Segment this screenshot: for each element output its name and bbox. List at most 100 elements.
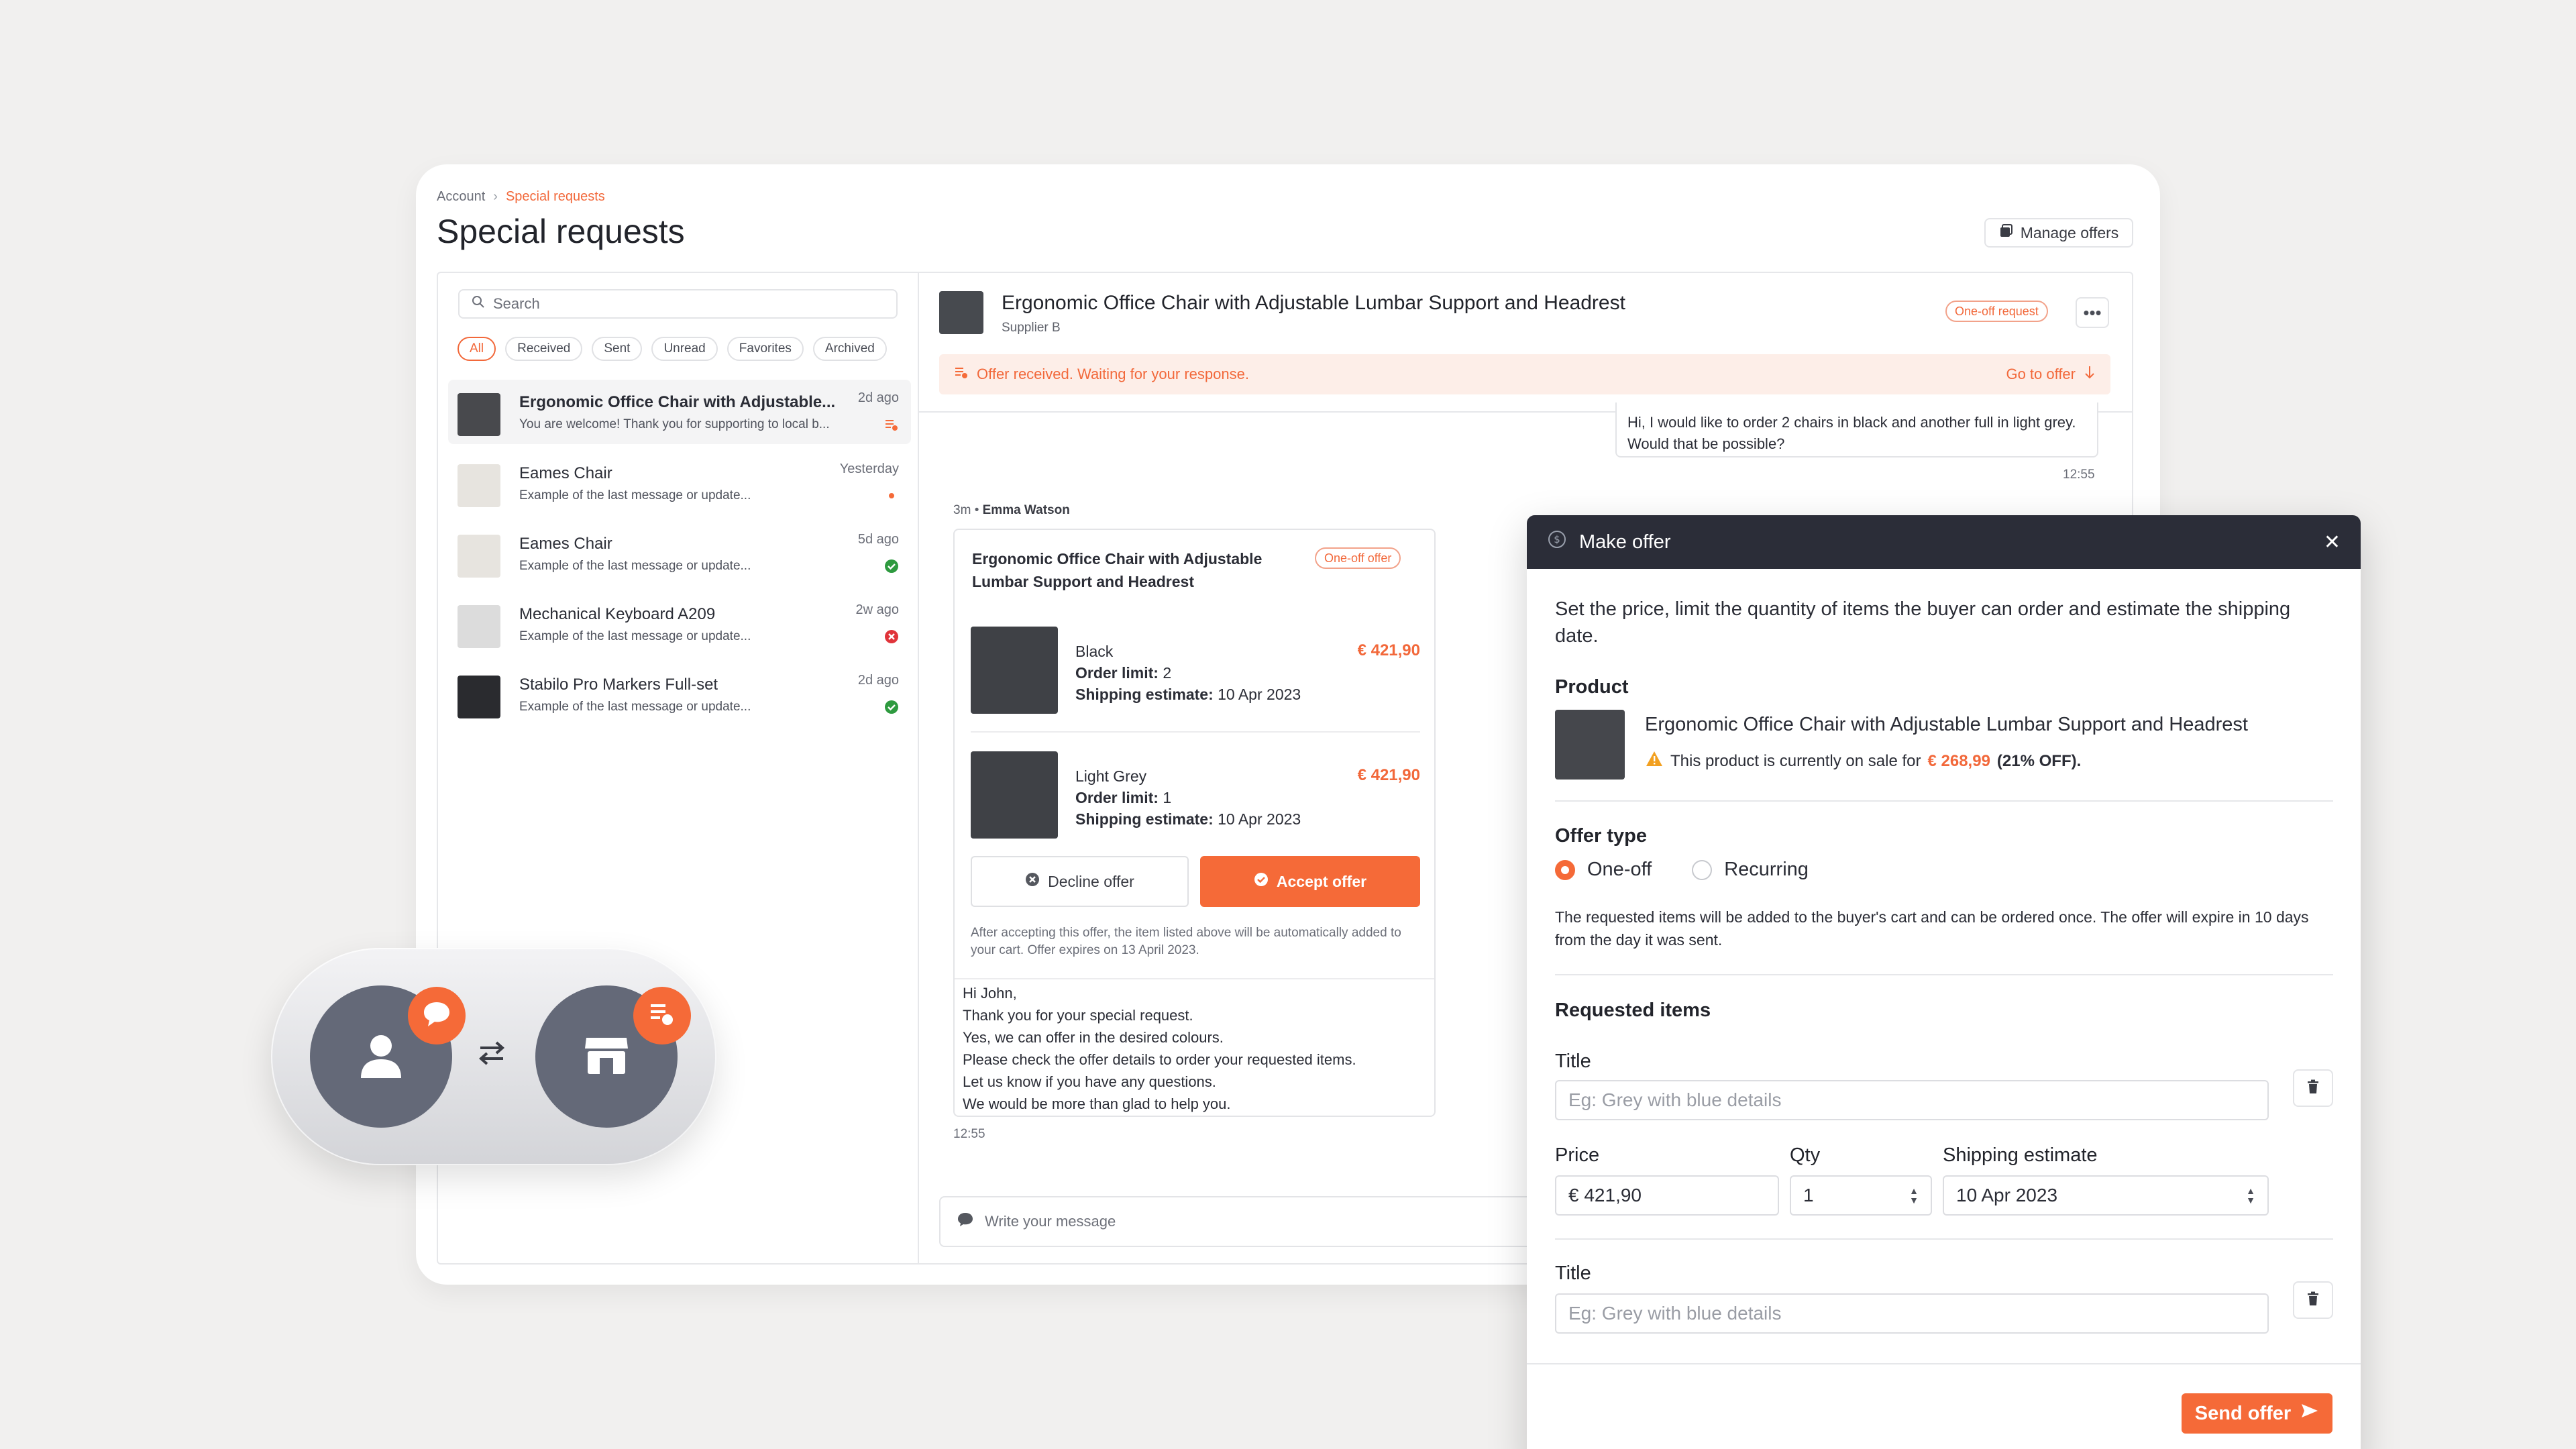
shipping-estimate-label: Shipping estimate [1943, 1144, 2098, 1166]
go-to-offer-label: Go to offer [2006, 366, 2076, 382]
search-placeholder: Search [493, 295, 540, 312]
filter-all[interactable]: All [458, 337, 496, 361]
offer-item-divider [971, 731, 1420, 733]
product-thumbnail [458, 676, 500, 718]
qty-value: 1 [1803, 1185, 1814, 1205]
conversation-last-message: Example of the last message or update... [519, 629, 751, 643]
offer-type-label: Offer type [1555, 825, 1647, 847]
accept-offer-button[interactable]: Accept offer [1200, 856, 1420, 907]
conversation-time: 2d ago [857, 390, 899, 405]
sale-price: € 268,99 [1927, 751, 1990, 770]
breadcrumb-account[interactable]: Account [437, 189, 485, 204]
conversation-last-message: Example of the last message or update... [519, 700, 751, 714]
message-age: 3m [953, 503, 971, 517]
product-thumbnail [458, 464, 500, 507]
incoming-message-time: 12:55 [953, 1127, 985, 1141]
filter-favorites[interactable]: Favorites [727, 337, 804, 361]
conversation-name: Eames Chair [519, 464, 612, 482]
modal-divider [1555, 974, 2333, 975]
shipping-estimate-select[interactable]: 10 Apr 2023 ▲ ▼ [1943, 1175, 2269, 1216]
warning-icon [1645, 750, 1664, 772]
radio-selected-icon [1555, 859, 1575, 880]
message-input[interactable]: Write your message [939, 1196, 1543, 1247]
accept-offer-label: Accept offer [1276, 872, 1367, 890]
chat-bubble-icon [421, 1000, 452, 1032]
offer-note: After accepting this offer, the item lis… [971, 926, 1401, 957]
conversation-item[interactable]: Eames Chair Example of the last message … [448, 451, 911, 515]
offer-item-limit: Order limit: 2 [1075, 664, 1172, 682]
offer-item-price: € 421,90 [1357, 766, 1420, 784]
conversation-name: Stabilo Pro Markers Full-set [519, 676, 718, 694]
delete-item-button[interactable] [2293, 1281, 2333, 1319]
offer-item-limit: Order limit: 1 [1075, 789, 1172, 806]
offer-item-color: Light Grey [1075, 767, 1147, 785]
sale-off: (21% OFF). [1996, 751, 2082, 770]
accept-check-icon [1254, 872, 1269, 891]
conversation-item[interactable]: Mechanical Keyboard A209 Example of the … [448, 592, 911, 656]
breadcrumb-current: Special requests [505, 189, 605, 204]
trash-icon [2307, 1291, 2319, 1309]
filter-archived[interactable]: Archived [812, 337, 887, 361]
shipping-estimate-value: 10 Apr 2023 [1956, 1185, 2058, 1205]
breadcrumb: Account › Special requests [437, 189, 605, 205]
delete-item-button[interactable] [2293, 1069, 2333, 1107]
go-to-offer-link[interactable]: Go to offer [2006, 365, 2096, 384]
search-input[interactable]: Search [458, 289, 898, 319]
modal-header: $ Make offer ✕ [1527, 515, 2361, 569]
radio-one-off[interactable]: One-off [1555, 859, 1652, 881]
send-offer-button[interactable]: Send offer [2182, 1393, 2332, 1434]
title-label: Title [1555, 1051, 1591, 1072]
filter-unread[interactable]: Unread [651, 337, 718, 361]
modal-product-name: Ergonomic Office Chair with Adjustable L… [1645, 714, 2248, 735]
offer-message: Hi John, Thank you for your special requ… [963, 985, 1356, 1112]
outgoing-message-time: 12:55 [2063, 468, 2095, 482]
manage-offers-button[interactable]: Manage offers [1984, 218, 2133, 248]
product-thumbnail [458, 393, 500, 436]
outgoing-message: Hi, I would like to order 2 chairs in bl… [1615, 402, 2098, 458]
send-arrow-icon [2300, 1402, 2319, 1425]
sale-warning: This product is currently on sale for € … [1645, 750, 2081, 772]
buyer-seller-widget [271, 948, 716, 1165]
unread-dot-icon [884, 488, 899, 503]
radio-recurring-label: Recurring [1724, 859, 1809, 880]
conversation-item[interactable]: Ergonomic Office Chair with Adjustable..… [448, 380, 911, 444]
title-input[interactable]: Eg: Grey with blue details [1555, 1293, 2269, 1334]
conversation-name: Ergonomic Office Chair with Adjustable..… [519, 393, 836, 411]
offer-list-icon [954, 365, 969, 384]
filter-received[interactable]: Received [505, 337, 583, 361]
product-thumbnail [458, 535, 500, 578]
modal-product-image [1555, 710, 1625, 780]
send-offer-label: Send offer [2194, 1402, 2292, 1424]
decline-x-icon [1025, 872, 1040, 891]
declined-x-icon [884, 629, 899, 644]
price-input[interactable]: € 421,90 [1555, 1175, 1779, 1216]
filter-chips: All Received Sent Unread Favorites Archi… [458, 337, 887, 361]
conversation-time: 2d ago [857, 673, 899, 688]
offer-item: Light Grey Order limit: 1 Shipping estim… [971, 751, 1420, 845]
offer-type-radio-group: One-off Recurring [1555, 859, 1809, 881]
radio-recurring[interactable]: Recurring [1692, 859, 1809, 881]
offer-title: Ergonomic Office Chair with Adjustable L… [972, 550, 1263, 590]
more-options-button[interactable]: ••• [2076, 297, 2109, 328]
radio-one-off-label: One-off [1587, 859, 1652, 880]
conversation-time: Yesterday [839, 462, 899, 476]
title-input[interactable]: Eg: Grey with blue details [1555, 1080, 2269, 1120]
chat-bubble-icon [957, 1212, 974, 1232]
offer-item-image [971, 751, 1058, 839]
svg-text:$: $ [1554, 533, 1560, 545]
modal-intro: Set the price, limit the quantity of ite… [1555, 598, 2291, 647]
close-icon[interactable]: ✕ [2324, 531, 2341, 554]
offer-item: Black Order limit: 2 Shipping estimate: … [971, 627, 1420, 720]
filter-sent[interactable]: Sent [592, 337, 643, 361]
message-sender: Emma Watson [982, 503, 1070, 517]
conversation-item[interactable]: Stabilo Pro Markers Full-set Example of … [448, 662, 911, 727]
decline-offer-button[interactable]: Decline offer [971, 856, 1189, 907]
qty-stepper[interactable]: 1 ▲ ▼ [1790, 1175, 1932, 1216]
offer-message-divider [955, 978, 1434, 979]
accepted-check-icon [884, 559, 899, 574]
chat-product-thumbnail [939, 291, 983, 334]
conversation-last-message: Example of the last message or update... [519, 488, 751, 502]
offer-type-description: The requested items will be added to the… [1555, 908, 2309, 949]
stepper-chevrons-icon: ▲ ▼ [2246, 1185, 2255, 1205]
conversation-item[interactable]: Eames Chair Example of the last message … [448, 521, 911, 586]
